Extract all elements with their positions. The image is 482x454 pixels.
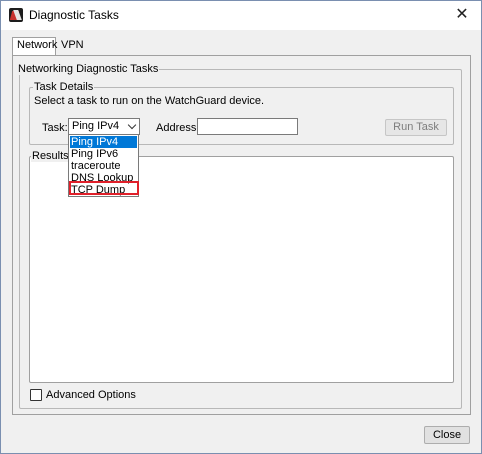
close-icon[interactable]: ✕ bbox=[451, 5, 473, 25]
advanced-options-checkbox[interactable] bbox=[30, 389, 42, 401]
network-tab-panel: Networking Diagnostic Tasks Task Details… bbox=[12, 55, 471, 415]
networking-diagnostic-tasks-label: Networking Diagnostic Tasks bbox=[17, 63, 160, 75]
diagnostic-tasks-window: Diagnostic Tasks ✕ Network VPN Networkin… bbox=[0, 0, 482, 454]
window-title: Diagnostic Tasks bbox=[29, 8, 119, 22]
watchguard-app-icon bbox=[9, 8, 23, 22]
advanced-options-label: Advanced Options bbox=[46, 389, 136, 401]
chevron-down-icon bbox=[127, 120, 137, 130]
tcp-dump-highlight bbox=[69, 181, 139, 195]
title-bar: Diagnostic Tasks ✕ bbox=[1, 1, 481, 30]
address-input[interactable] bbox=[197, 118, 298, 135]
task-label: Task: bbox=[42, 122, 68, 134]
task-instruction: Select a task to run on the WatchGuard d… bbox=[34, 95, 265, 107]
task-details-label: Task Details bbox=[33, 81, 95, 93]
tab-vpn[interactable]: VPN bbox=[57, 38, 87, 55]
dropdown-option-ping-ipv4[interactable]: Ping IPv4 bbox=[70, 136, 137, 148]
task-select-value: Ping IPv4 bbox=[72, 120, 120, 132]
task-select[interactable]: Ping IPv4 bbox=[68, 118, 140, 135]
close-button[interactable]: Close bbox=[424, 426, 470, 444]
results-label: Results bbox=[31, 150, 70, 162]
run-task-button[interactable]: Run Task bbox=[385, 119, 447, 136]
dropdown-option-ping-ipv6[interactable]: Ping IPv6 bbox=[70, 148, 137, 160]
dropdown-option-traceroute[interactable]: traceroute bbox=[70, 160, 137, 172]
address-label: Address: bbox=[156, 122, 200, 134]
tab-network[interactable]: Network bbox=[12, 37, 57, 56]
